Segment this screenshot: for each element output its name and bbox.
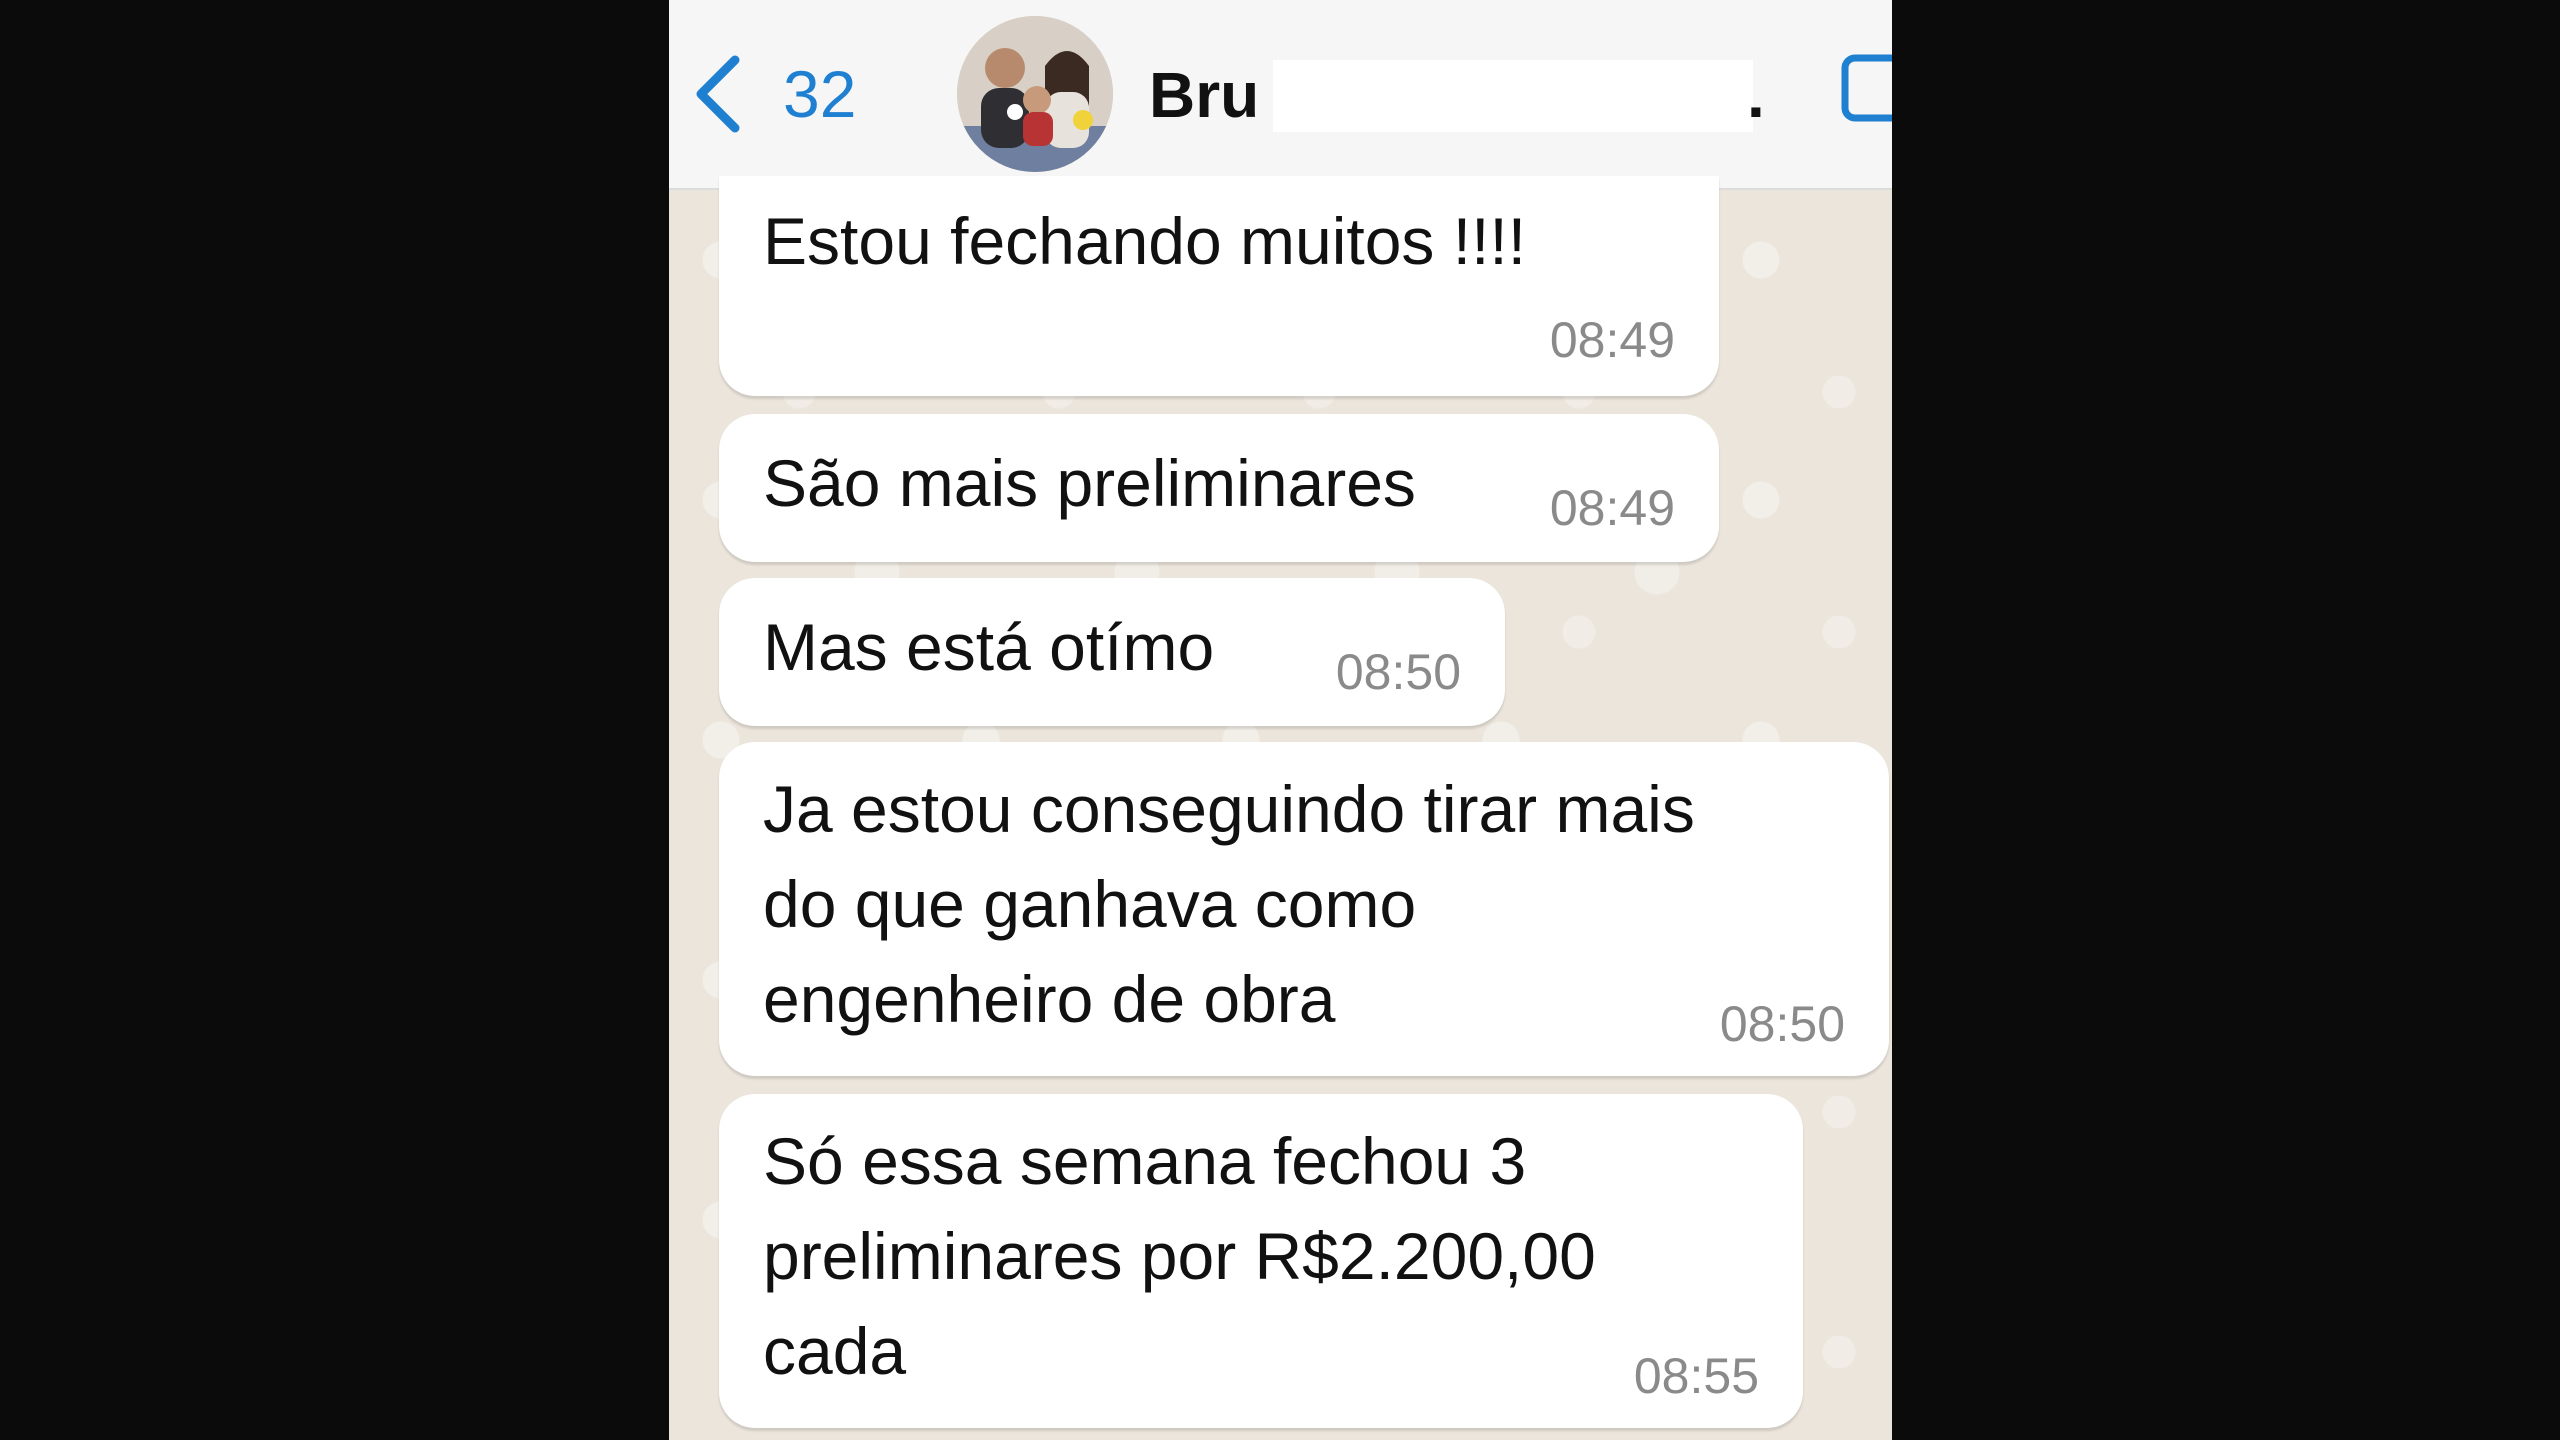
message-text-line: engenheiro de obra: [763, 962, 1336, 1036]
video-call-icon[interactable]: [1839, 52, 1892, 124]
chat-header: 32 Bru .: [669, 0, 1892, 190]
message-text-line: preliminares por R$2.200,00: [763, 1219, 1596, 1293]
message-bubble[interactable]: Mas está otímo 08:50: [719, 578, 1505, 726]
message-bubble[interactable]: Só essa semana fechou 3 preliminares por…: [719, 1094, 1803, 1428]
redaction-box: [1273, 60, 1753, 132]
message-time: 08:49: [1549, 312, 1675, 368]
message-time: 08:49: [1549, 480, 1675, 536]
chevron-left-icon[interactable]: [689, 52, 749, 136]
chat-screen: 32 Bru . Estou fechando muitos !!!! 08:4…: [669, 0, 1892, 1440]
contact-name-trailing: .: [1747, 59, 1765, 131]
message-text: São mais preliminares: [763, 446, 1416, 520]
message-time: 08:50: [1719, 996, 1845, 1052]
contact-avatar[interactable]: [957, 16, 1113, 172]
message-text-line: do que ganhava como: [763, 867, 1417, 941]
message-time: 08:55: [1633, 1348, 1759, 1404]
message-time: 08:50: [1335, 644, 1461, 700]
message-bubble[interactable]: Ja estou conseguindo tirar mais do que g…: [719, 742, 1889, 1076]
avatar-photo: [957, 16, 1113, 172]
message-text: Estou fechando muitos !!!!: [763, 204, 1527, 278]
message-bubble[interactable]: Estou fechando muitos !!!! 08:49: [719, 176, 1719, 396]
message-text-line: Só essa semana fechou 3: [763, 1124, 1527, 1198]
back-unread-count[interactable]: 32: [783, 52, 856, 136]
message-text-line: Ja estou conseguindo tirar mais: [763, 772, 1695, 846]
message-text: Mas está otímo: [763, 610, 1215, 684]
message-bubble[interactable]: São mais preliminares 08:49: [719, 414, 1719, 562]
message-text-line: cada: [763, 1314, 907, 1388]
contact-name[interactable]: Bru: [1149, 56, 1259, 134]
